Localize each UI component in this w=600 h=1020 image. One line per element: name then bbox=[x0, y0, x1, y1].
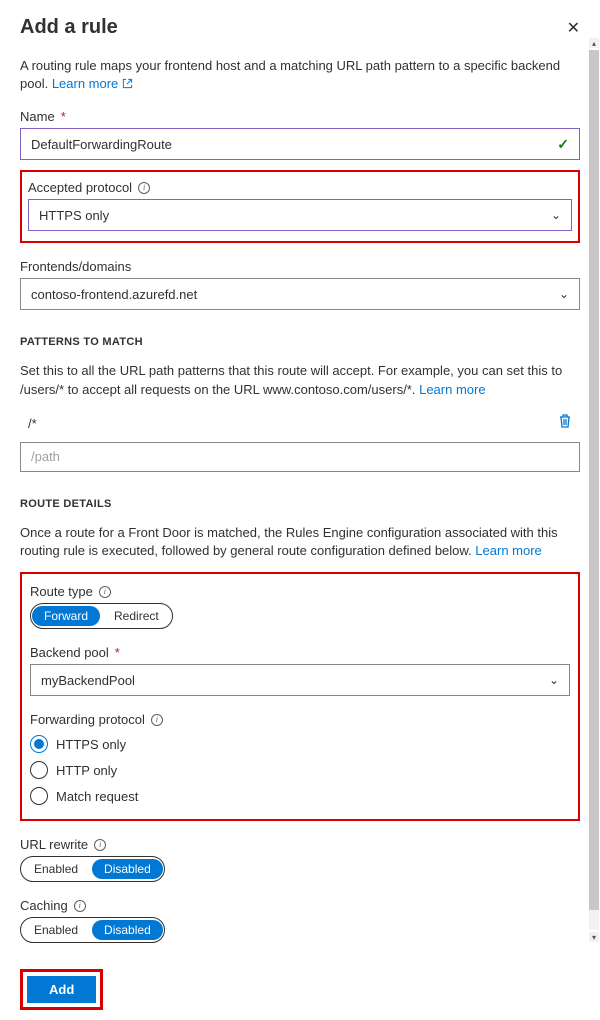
pattern-existing: /* bbox=[28, 416, 37, 431]
info-icon[interactable]: i bbox=[94, 839, 106, 851]
rewrite-enabled[interactable]: Enabled bbox=[22, 859, 90, 879]
fp-option-https[interactable]: HTTPS only bbox=[30, 731, 570, 757]
info-icon[interactable]: i bbox=[74, 900, 86, 912]
required-icon: * bbox=[61, 109, 66, 124]
patterns-desc: Set this to all the URL path patterns th… bbox=[20, 362, 580, 398]
caching-toggle[interactable]: Enabled Disabled bbox=[20, 917, 165, 943]
info-icon[interactable]: i bbox=[99, 586, 111, 598]
forwarding-protocol-label: Forwarding protocol i bbox=[30, 712, 570, 727]
route-type-toggle[interactable]: Forward Redirect bbox=[30, 603, 173, 629]
route-type-redirect[interactable]: Redirect bbox=[102, 606, 171, 626]
intro-text: A routing rule maps your frontend host a… bbox=[20, 57, 580, 93]
route-desc: Once a route for a Front Door is matched… bbox=[20, 524, 580, 560]
check-icon: ✓ bbox=[557, 136, 569, 153]
radio-icon[interactable] bbox=[30, 735, 48, 753]
name-label: Name* bbox=[20, 109, 580, 124]
chevron-down-icon: ⌄ bbox=[549, 673, 559, 687]
caching-disabled[interactable]: Disabled bbox=[92, 920, 163, 940]
learn-more-link[interactable]: Learn more bbox=[52, 76, 133, 91]
scrollbar[interactable]: ▴ ▾ bbox=[589, 50, 599, 930]
fp-option-http[interactable]: HTTP only bbox=[30, 757, 570, 783]
protocol-label: Accepted protocol i bbox=[28, 180, 572, 195]
route-title: ROUTE DETAILS bbox=[20, 498, 580, 510]
close-icon[interactable]: ✕ bbox=[567, 18, 580, 38]
chevron-down-icon: ⌄ bbox=[559, 287, 569, 301]
route-type-forward[interactable]: Forward bbox=[32, 606, 100, 626]
rewrite-label: URL rewrite i bbox=[20, 837, 580, 852]
scrollbar-thumb[interactable] bbox=[589, 50, 599, 910]
patterns-learn-more[interactable]: Learn more bbox=[419, 382, 485, 397]
panel-title: Add a rule bbox=[20, 16, 118, 39]
info-icon[interactable]: i bbox=[138, 182, 150, 194]
radio-icon[interactable] bbox=[30, 761, 48, 779]
backend-label: Backend pool* bbox=[30, 645, 570, 660]
route-learn-more[interactable]: Learn more bbox=[475, 543, 541, 558]
chevron-down-icon: ⌄ bbox=[551, 208, 561, 222]
frontends-label: Frontends/domains bbox=[20, 259, 580, 274]
add-button[interactable]: Add bbox=[27, 976, 96, 1003]
delete-icon[interactable] bbox=[558, 413, 572, 434]
caching-enabled[interactable]: Enabled bbox=[22, 920, 90, 940]
caching-label: Caching i bbox=[20, 898, 580, 913]
pattern-input[interactable]: /path bbox=[20, 442, 580, 472]
scroll-up-icon[interactable]: ▴ bbox=[589, 38, 599, 48]
route-type-label: Route type i bbox=[30, 584, 570, 599]
name-input[interactable]: DefaultForwardingRoute ✓ bbox=[20, 128, 580, 160]
backend-select[interactable]: myBackendPool ⌄ bbox=[30, 664, 570, 696]
rewrite-toggle[interactable]: Enabled Disabled bbox=[20, 856, 165, 882]
frontends-select[interactable]: contoso-frontend.azurefd.net ⌄ bbox=[20, 278, 580, 310]
required-icon: * bbox=[115, 645, 120, 660]
scroll-down-icon[interactable]: ▾ bbox=[589, 932, 599, 942]
fp-option-match[interactable]: Match request bbox=[30, 783, 570, 809]
info-icon[interactable]: i bbox=[151, 714, 163, 726]
protocol-select[interactable]: HTTPS only ⌄ bbox=[28, 199, 572, 231]
rewrite-disabled[interactable]: Disabled bbox=[92, 859, 163, 879]
external-link-icon bbox=[122, 78, 133, 89]
radio-icon[interactable] bbox=[30, 787, 48, 805]
patterns-title: PATTERNS TO MATCH bbox=[20, 336, 580, 348]
